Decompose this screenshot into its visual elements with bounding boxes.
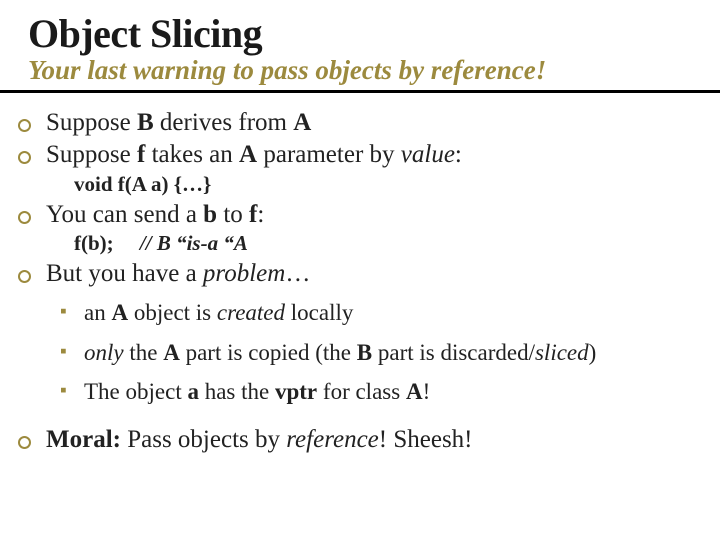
code-fb: f(b); // B “is-a “A: [18, 231, 700, 256]
bullet-param: Suppose f takes an A parameter by value:: [18, 139, 700, 170]
bullet-problem: But you have a problem…: [18, 258, 700, 289]
bullet-icon: [18, 201, 31, 232]
slide-header: Object Slicing Your last warning to pass…: [0, 0, 720, 93]
bullet-icon: [18, 260, 31, 291]
bullet-icon: [18, 109, 31, 140]
slide-body: Suppose B derives from A Suppose f takes…: [0, 93, 720, 456]
bullet-derives: Suppose B derives from A: [18, 107, 700, 138]
subbullet-created: ▪ an A object is created locally: [18, 296, 700, 329]
bullet-icon: [18, 141, 31, 172]
bullet-icon: [18, 426, 31, 457]
slide: Object Slicing Your last warning to pass…: [0, 0, 720, 540]
subbullet-vptr: ▪ The object a has the vptr for class A!: [18, 375, 700, 408]
bullet-send: You can send a b to f:: [18, 199, 700, 230]
bullet-moral: Moral: Pass objects by reference! Sheesh…: [18, 424, 700, 455]
code-void-f: void f(A a) {…}: [18, 172, 700, 197]
square-icon: ▪: [60, 338, 67, 366]
square-icon: ▪: [60, 377, 67, 405]
slide-subtitle: Your last warning to pass objects by ref…: [28, 55, 692, 86]
subbullet-copied: ▪ only the A part is copied (the B part …: [18, 336, 700, 369]
square-icon: ▪: [60, 298, 67, 326]
slide-title: Object Slicing: [28, 10, 692, 57]
